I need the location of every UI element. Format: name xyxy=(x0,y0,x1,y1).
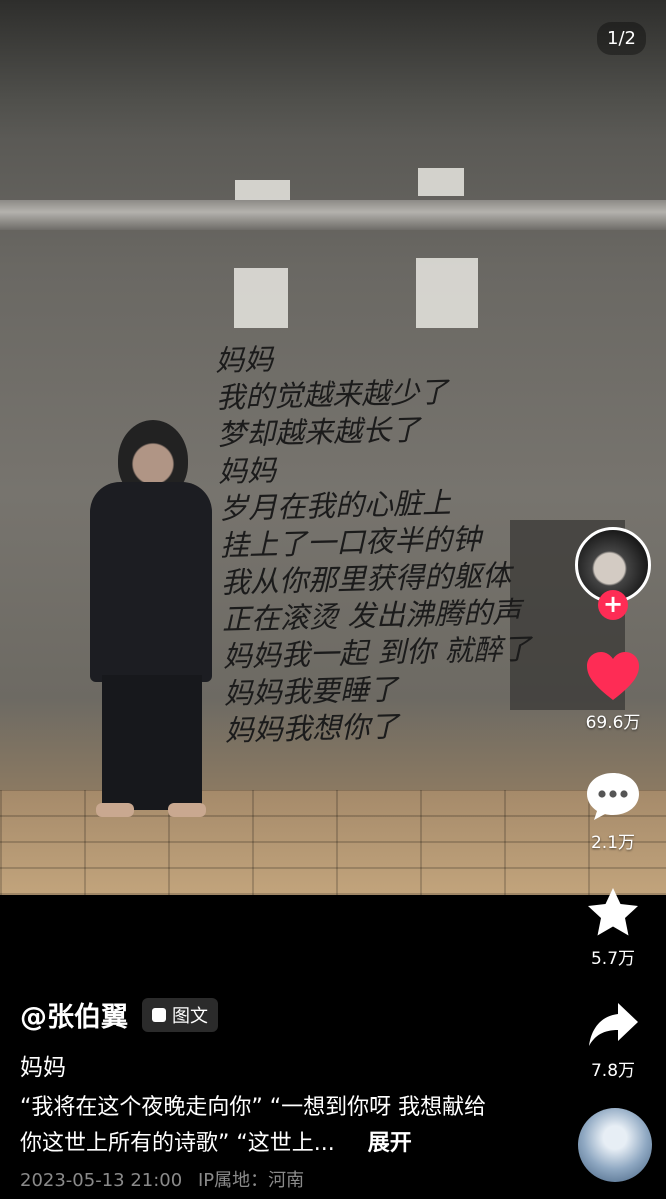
image-text-icon xyxy=(152,1007,166,1022)
author-name[interactable]: @张伯翼 xyxy=(20,995,128,1034)
post-photo[interactable]: 妈妈 我的觉越来越少了 梦却越来越长了 妈妈 岁月在我的心脏上 挂上了一口夜半的… xyxy=(0,0,666,895)
photo-paper xyxy=(235,180,290,200)
star-icon xyxy=(588,888,638,936)
share-icon xyxy=(589,1003,638,1046)
comment-count: 2.1万 xyxy=(590,833,636,853)
favorite-count: 5.7万 xyxy=(590,949,636,969)
photo-person xyxy=(90,420,220,820)
post-info: @张伯翼 图文 妈妈 “我将在这个夜晚走向你” “一想到你呀 我想献给你这世上所… xyxy=(20,995,560,1192)
photo-ceiling xyxy=(0,0,666,140)
wall-poem: 妈妈 我的觉越来越少了 梦却越来越长了 妈妈 岁月在我的心脏上 挂上了一口夜半的… xyxy=(215,333,586,749)
like-button[interactable]: 69.6万 xyxy=(570,650,656,733)
comment-icon xyxy=(587,773,639,820)
follow-button[interactable]: + xyxy=(598,590,628,620)
post-description-text: “我将在这个夜晚走向你” “一想到你呀 我想献给你这世上所有的诗歌” “这世上.… xyxy=(20,1095,487,1156)
post-description: “我将在这个夜晚走向你” “一想到你呀 我想献给你这世上所有的诗歌” “这世上.… xyxy=(20,1090,500,1162)
comment-button[interactable]: 2.1万 xyxy=(570,770,656,853)
post-meta: 2023-05-13 21:00 IP属地：河南 xyxy=(20,1166,560,1192)
share-button[interactable]: 7.8万 xyxy=(570,1000,656,1081)
favorite-button[interactable]: 5.7万 xyxy=(570,886,656,969)
photo-pipe xyxy=(0,200,666,230)
photo-paper xyxy=(234,268,288,328)
ip-location: IP属地：河南 xyxy=(197,1170,305,1191)
music-disc[interactable] xyxy=(578,1108,652,1182)
photo-paper xyxy=(418,168,464,196)
like-count: 69.6万 xyxy=(585,713,641,733)
post-title: 妈妈 xyxy=(20,1055,66,1081)
post-type-badge: 图文 xyxy=(142,997,218,1032)
expand-button[interactable]: 展开 xyxy=(368,1131,412,1156)
post-datetime: 2023-05-13 21:00 xyxy=(20,1170,183,1191)
plus-icon: + xyxy=(602,590,624,618)
share-count: 7.8万 xyxy=(590,1061,636,1081)
photo-paper xyxy=(416,258,478,328)
page-counter: 1/2 xyxy=(597,22,646,55)
heart-icon xyxy=(587,652,639,700)
post-type-label: 图文 xyxy=(172,1005,208,1027)
